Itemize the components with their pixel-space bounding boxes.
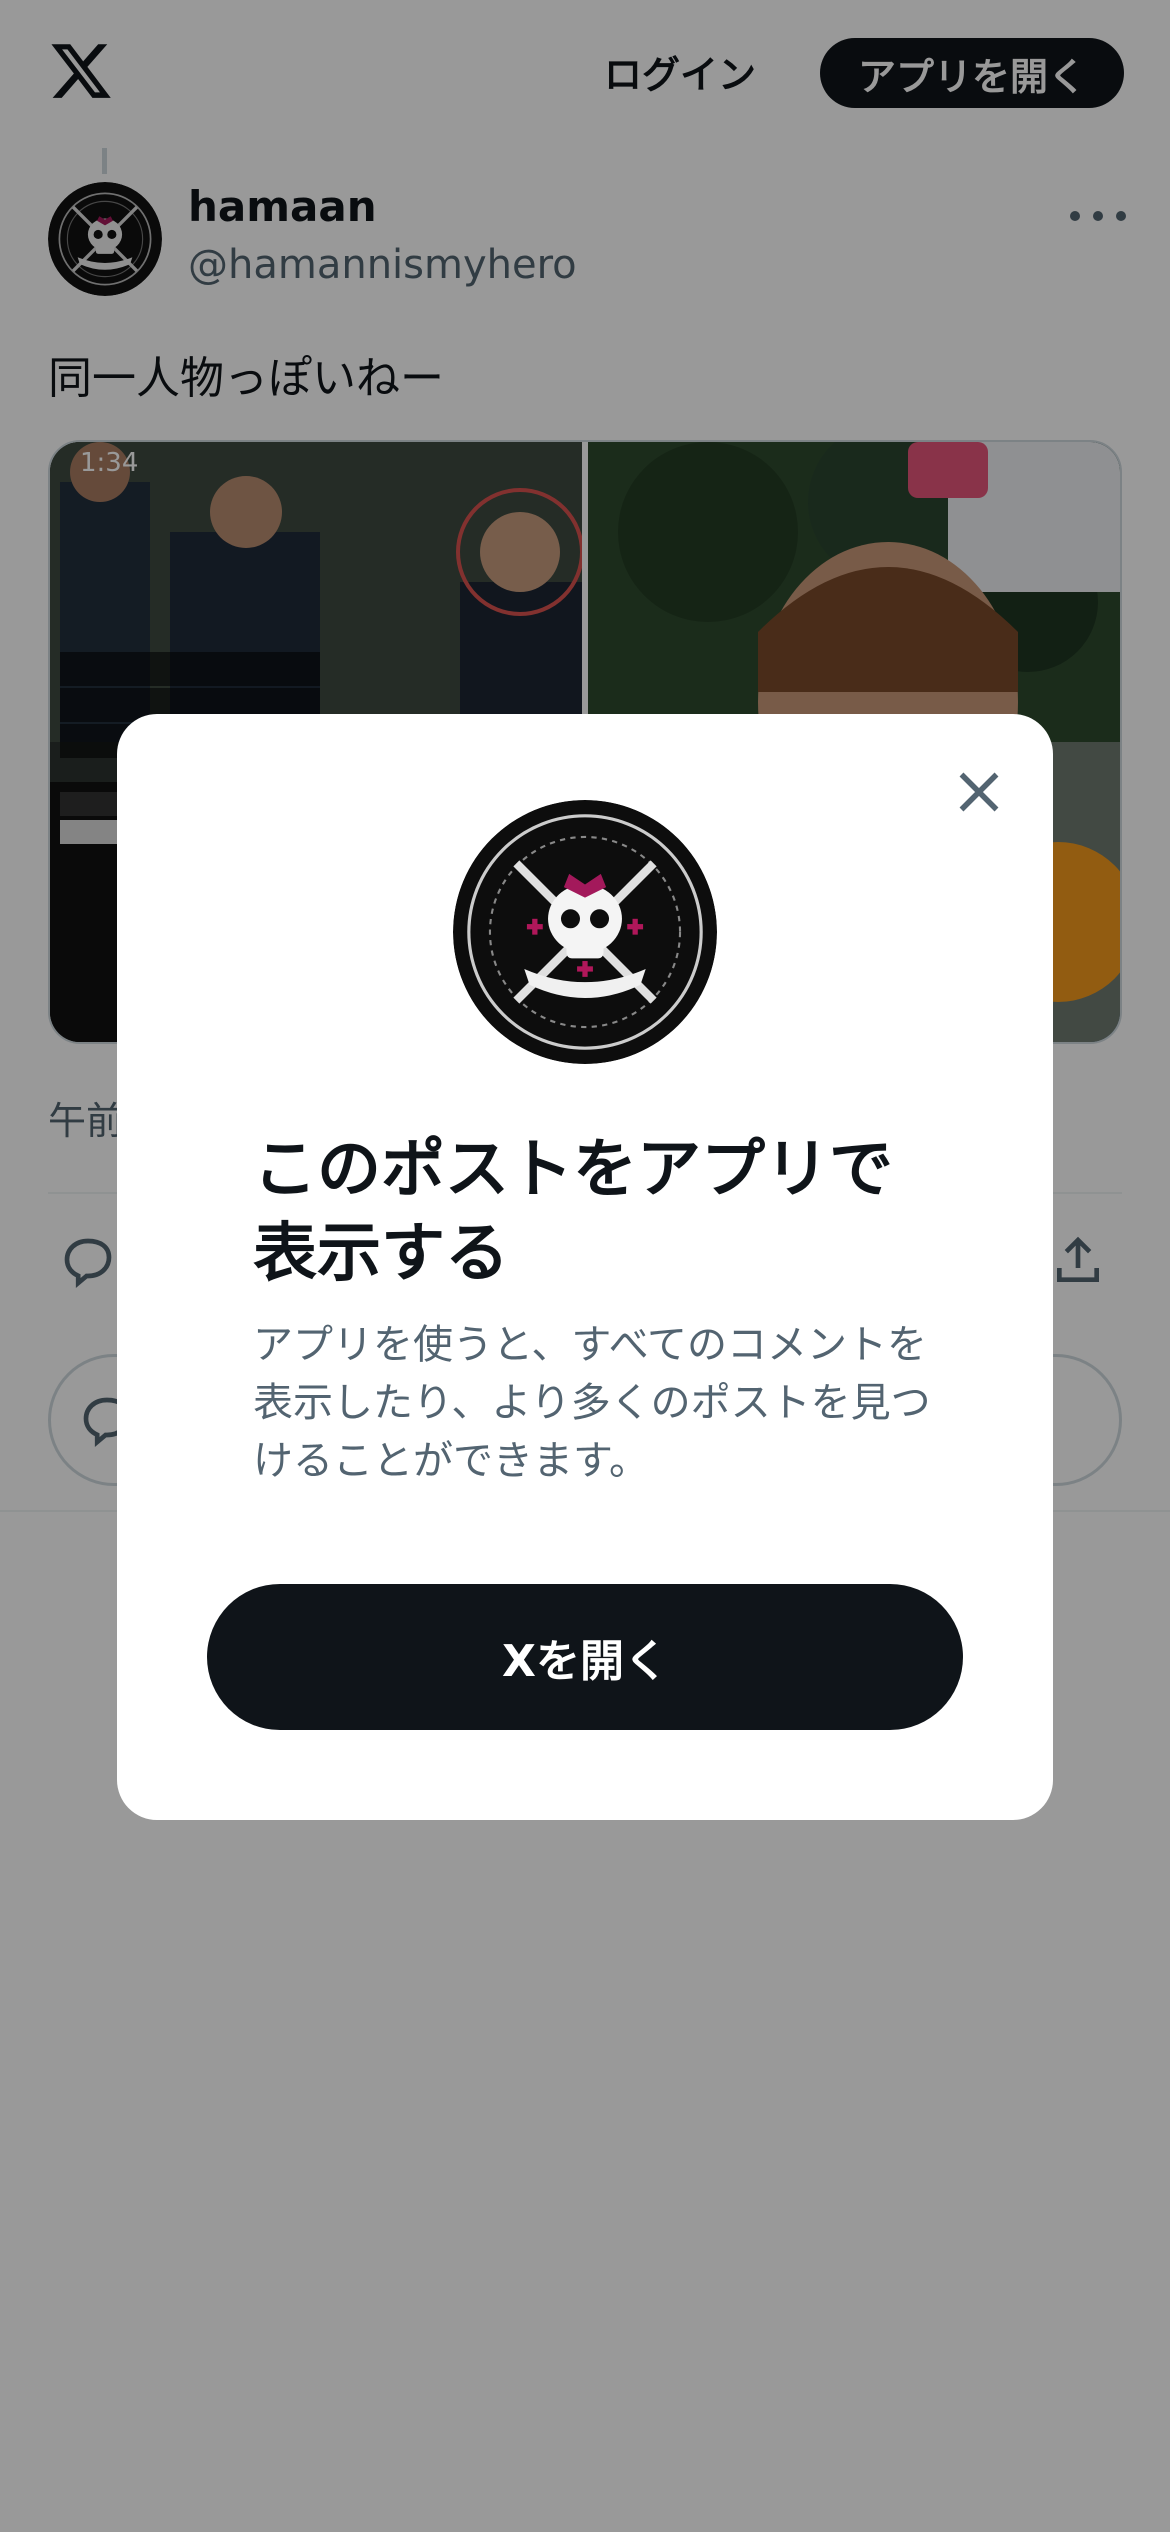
open-x-button[interactable]: Xを開く <box>207 1584 963 1730</box>
open-in-app-modal: このポストをアプリで表示する アプリを使うと、すべてのコメントを表示したり、より… <box>117 714 1053 1820</box>
modal-description: アプリを使うと、すべてのコメントを表示したり、より多くのポストを見つけることがで… <box>253 1322 931 1484</box>
modal-avatar <box>453 800 717 1064</box>
close-icon[interactable] <box>949 762 1009 822</box>
modal-title: このポストをアプリで表示する <box>253 1133 893 1291</box>
